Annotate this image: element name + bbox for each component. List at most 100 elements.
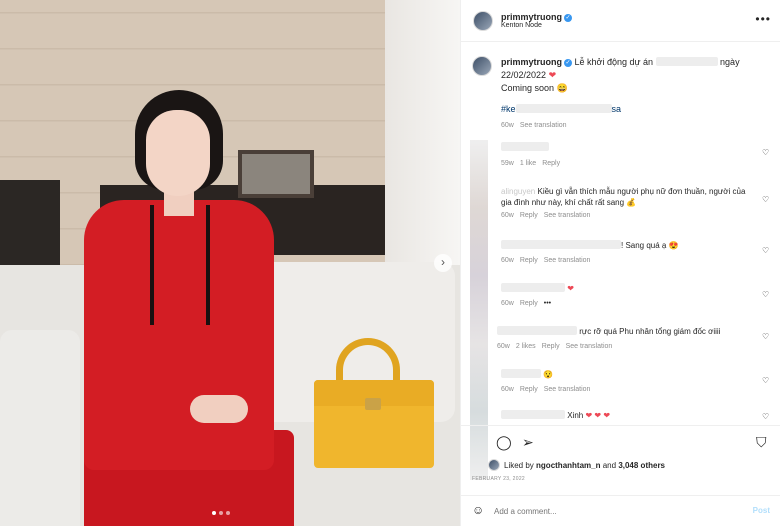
background-frame: [238, 150, 314, 198]
background-pillar: [385, 0, 460, 300]
author-username[interactable]: primmytruong: [501, 12, 562, 22]
blurred-username: alinguyen: [501, 187, 536, 196]
grin-emoji: 😯: [543, 370, 554, 379]
heart-emoji: ❤ ❤ ❤: [585, 411, 611, 420]
see-translation-link[interactable]: See translation: [544, 386, 591, 393]
comment-meta: 60w 2 likes Reply See translation: [497, 343, 757, 350]
carousel-next-icon[interactable]: ›: [434, 254, 452, 272]
comment-time[interactable]: 60w: [501, 257, 514, 264]
share-icon[interactable]: ➢: [522, 434, 534, 451]
hashtag-start[interactable]: #ke: [501, 104, 516, 114]
comment-like-icon[interactable]: ♡: [762, 246, 770, 255]
likes-count[interactable]: 3,048 others: [618, 461, 665, 470]
comment-time[interactable]: 59w: [501, 160, 514, 167]
comment-item: 😯 60w Reply See translation: [501, 369, 751, 393]
add-comment-bar: ☺ Post: [460, 495, 780, 526]
caption-text-b: ngày: [720, 57, 740, 67]
carousel-dots: [212, 511, 230, 515]
comment-meta: 60w Reply See translation: [501, 212, 751, 219]
reply-button[interactable]: Reply: [520, 386, 538, 393]
comment-like-icon[interactable]: ♡: [762, 332, 770, 341]
author-avatar[interactable]: [473, 11, 493, 31]
liker-username[interactable]: ngocthanhtam_n: [536, 461, 600, 470]
comment-more-icon[interactable]: •••: [544, 300, 551, 307]
comment-text: 😯: [501, 369, 751, 380]
caption-time[interactable]: 60w: [501, 122, 514, 129]
add-comment-input[interactable]: [494, 502, 734, 520]
emoji-icon[interactable]: ☺: [472, 503, 484, 517]
sofa-arm: [0, 330, 80, 526]
reply-button[interactable]: Reply: [520, 212, 538, 219]
comment-likes[interactable]: 2 likes: [516, 343, 536, 350]
comment-time[interactable]: 60w: [501, 386, 514, 393]
comment-item: ! Sang quá ạ 😍 60w Reply See translation: [501, 240, 751, 264]
comment-meta: 60w Reply •••: [501, 300, 751, 307]
comment-like-icon[interactable]: ♡: [762, 376, 770, 385]
comment-text: ❤: [501, 283, 751, 294]
verified-icon: ✓: [564, 59, 573, 67]
author-info: primmytruong ✓ Kenton Node: [501, 12, 573, 29]
moneybag-emoji: 💰: [626, 198, 637, 207]
caption-date: 22/02/2022: [501, 70, 547, 80]
person-face: [146, 110, 210, 196]
comment-body: Xinh: [567, 411, 584, 420]
caption: primmytruong ✓ Lễ khởi động dự án ngày 22…: [501, 56, 771, 132]
comment-item: rực rỡ quá Phu nhân tổng giám đốc ơiiii …: [497, 326, 757, 350]
caption-avatar[interactable]: [472, 56, 492, 76]
blurred-hashtag: [515, 104, 612, 113]
handbag-lock: [365, 398, 381, 410]
comment-text: ! Sang quá ạ 😍: [501, 240, 751, 251]
reply-button[interactable]: Reply: [520, 300, 538, 307]
see-translation-link[interactable]: See translation: [566, 343, 613, 350]
comment-time[interactable]: 60w: [501, 300, 514, 307]
comment-text: Xinh ❤ ❤ ❤: [501, 410, 751, 421]
reply-button[interactable]: Reply: [542, 160, 560, 167]
see-translation-link[interactable]: See translation: [520, 122, 567, 129]
comment-likes[interactable]: 1 like: [520, 160, 536, 167]
likes-and: and: [602, 461, 617, 470]
hashtag-end[interactable]: sa: [612, 104, 622, 114]
comment-item: alinguyen Kiều gì vẫn thích mẫu người ph…: [501, 186, 751, 219]
verified-icon: ✓: [564, 14, 573, 22]
comment-meta: 60w Reply See translation: [501, 386, 751, 393]
post-date[interactable]: FEBRUARY 23, 2022: [472, 476, 525, 482]
see-translation-link[interactable]: See translation: [544, 257, 591, 264]
comment-like-icon[interactable]: ♡: [762, 290, 770, 299]
person-lapel: [150, 205, 210, 325]
post-button[interactable]: Post: [753, 506, 770, 515]
blurred-username: [501, 142, 549, 151]
comment-meta: 60w Reply See translation: [501, 257, 751, 264]
comment-like-icon[interactable]: ♡: [762, 412, 770, 421]
comment-time[interactable]: 60w: [497, 343, 510, 350]
comment-item: 59w 1 like Reply: [501, 142, 751, 167]
reply-button[interactable]: Reply: [520, 257, 538, 264]
carousel-dot: [219, 511, 223, 515]
caption-text-a: Lễ khởi động dự án: [574, 57, 654, 67]
blurred-username: [497, 326, 577, 335]
comment-like-icon[interactable]: ♡: [762, 195, 770, 204]
heart-emoji: ❤: [548, 70, 557, 80]
smile-emoji: 😄: [556, 83, 568, 93]
heart-emoji: ❤: [567, 284, 574, 293]
blurred-username: [501, 369, 541, 378]
liker-avatar[interactable]: [488, 459, 500, 471]
blurred-username: [501, 410, 565, 419]
post-image[interactable]: ›: [0, 0, 460, 526]
comment-like-icon[interactable]: ♡: [762, 148, 770, 157]
comment-body: ! Sang quá ạ: [621, 241, 667, 250]
caption-meta: 60w See translation: [501, 119, 771, 132]
blurred-text: [655, 57, 718, 66]
see-translation-link[interactable]: See translation: [544, 212, 591, 219]
comment-time[interactable]: 60w: [501, 212, 514, 219]
more-options-icon[interactable]: •••: [755, 12, 771, 26]
caption-username[interactable]: primmytruong: [501, 57, 562, 67]
carousel-dot: [226, 511, 230, 515]
comment-item: ❤ 60w Reply •••: [501, 283, 751, 307]
person-hands: [190, 395, 248, 423]
blurred-username: [501, 283, 565, 292]
blurred-username: [501, 240, 621, 249]
reply-button[interactable]: Reply: [542, 343, 560, 350]
bookmark-icon[interactable]: ⛉: [756, 434, 767, 451]
post-location[interactable]: Kenton Node: [501, 22, 572, 29]
comment-icon[interactable]: ◯: [496, 434, 512, 451]
